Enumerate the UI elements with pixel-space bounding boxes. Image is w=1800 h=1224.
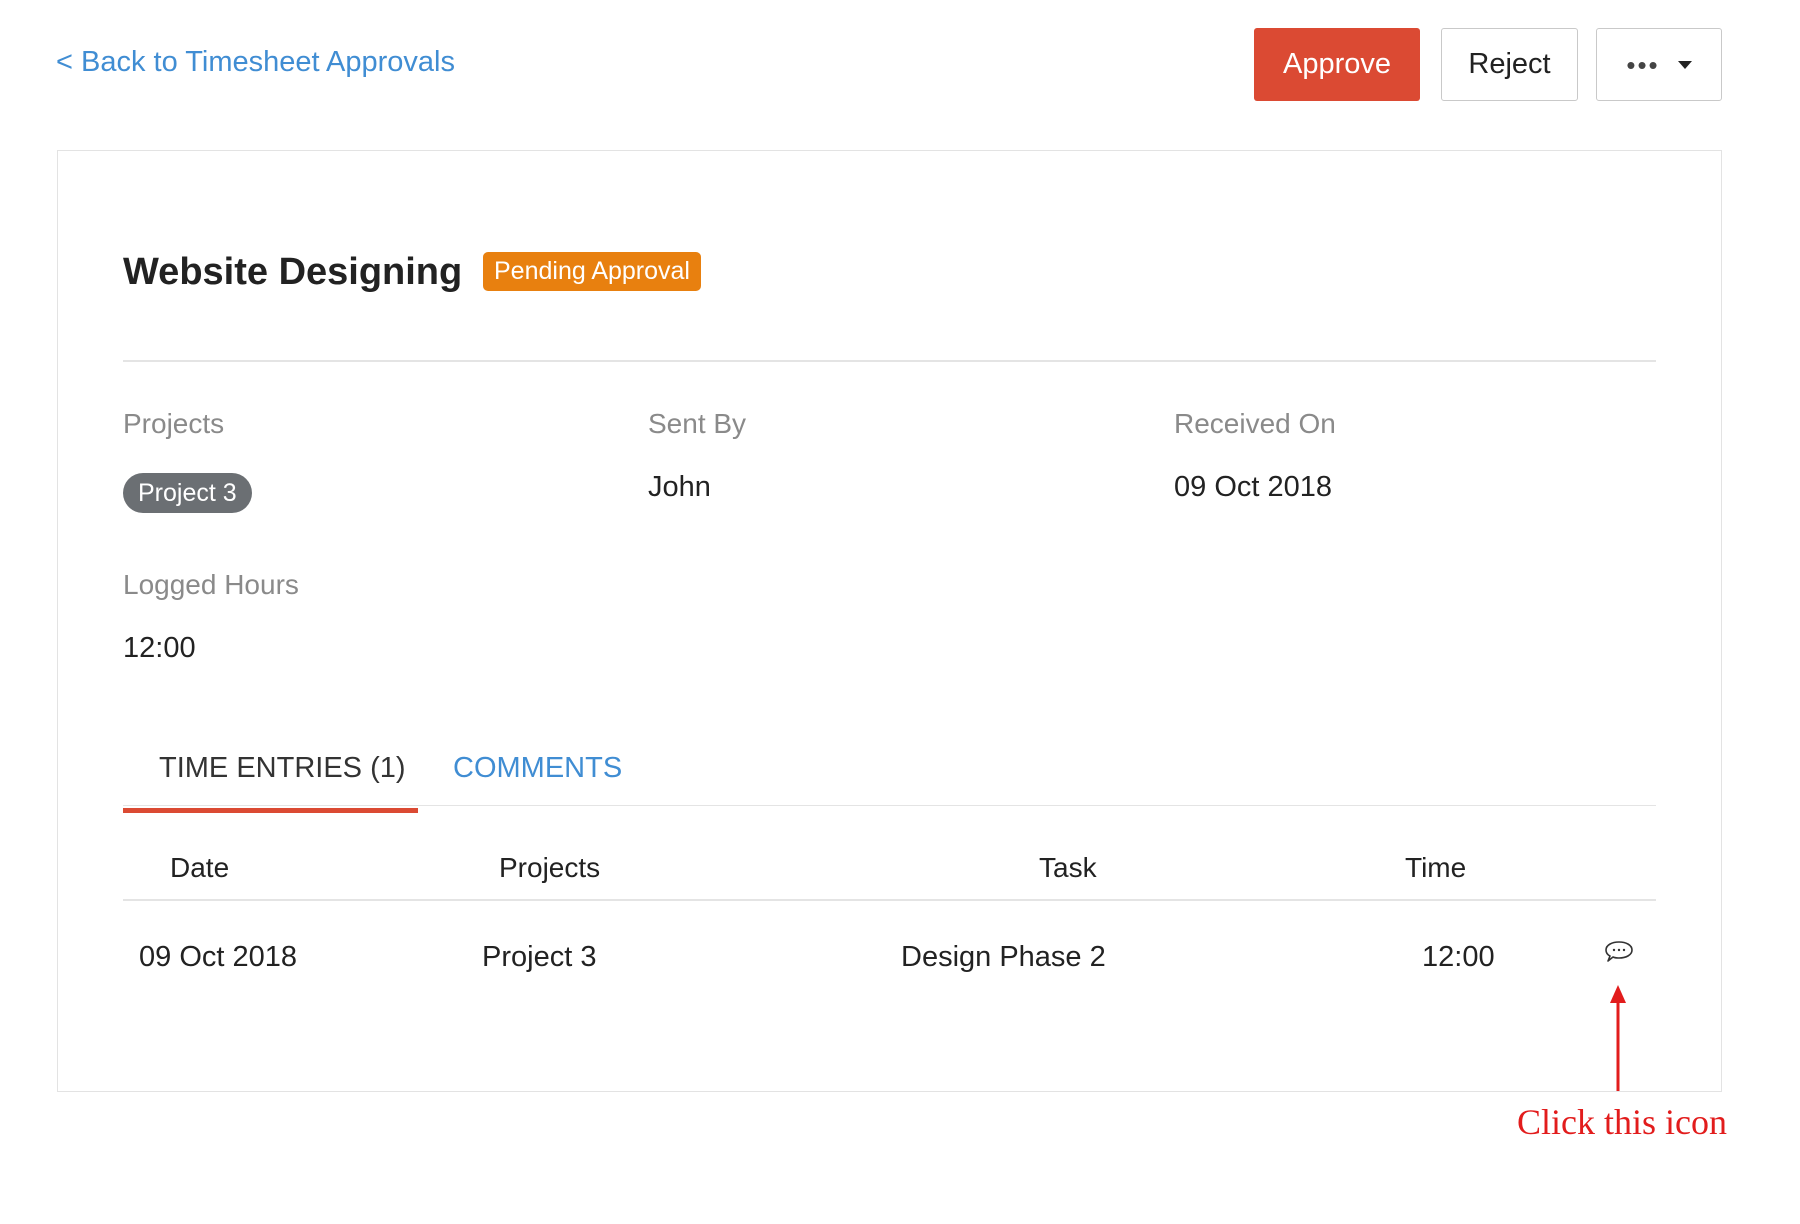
active-tab-indicator <box>123 808 418 813</box>
entry-project: Project 3 <box>482 941 597 973</box>
entry-date: 09 Oct 2018 <box>139 941 297 973</box>
project-pill: Project 3 <box>123 473 252 513</box>
tab-time-entries[interactable]: TIME ENTRIES (1) <box>159 752 406 785</box>
column-header-date: Date <box>170 852 230 883</box>
column-header-projects: Projects <box>499 852 601 883</box>
column-header-time: Time <box>1405 852 1467 883</box>
tab-comments[interactable]: COMMENTS <box>453 752 622 785</box>
table-header-divider <box>123 899 1656 901</box>
projects-label: Projects <box>123 408 225 439</box>
back-to-timesheet-approvals-link[interactable]: < Back to Timesheet Approvals <box>56 46 455 79</box>
page-title: Website Designing <box>123 251 463 293</box>
column-header-task: Task <box>1039 852 1097 883</box>
logged-hours-label: Logged Hours <box>123 569 299 600</box>
reject-button[interactable]: Reject <box>1441 28 1578 101</box>
sent-by-label: Sent By <box>648 408 747 439</box>
comment-icon[interactable] <box>1603 940 1635 968</box>
more-dots-icon: ••• <box>1626 49 1660 80</box>
sent-by-value: John <box>648 471 711 503</box>
received-on-label: Received On <box>1174 408 1336 439</box>
approve-button[interactable]: Approve <box>1254 28 1420 101</box>
entry-time: 12:00 <box>1422 941 1495 973</box>
entry-task: Design Phase 2 <box>901 941 1106 973</box>
tabs-divider <box>123 805 1656 806</box>
status-badge: Pending Approval <box>483 252 701 291</box>
divider <box>123 360 1656 362</box>
more-actions-dropdown[interactable]: ••• <box>1596 28 1722 101</box>
logged-hours-value: 12:00 <box>123 632 196 664</box>
annotation-arrow <box>1610 985 1626 1091</box>
annotation-text: Click this icon <box>1517 1102 1727 1142</box>
received-on-value: 09 Oct 2018 <box>1174 471 1332 503</box>
chevron-down-icon <box>1677 60 1692 69</box>
